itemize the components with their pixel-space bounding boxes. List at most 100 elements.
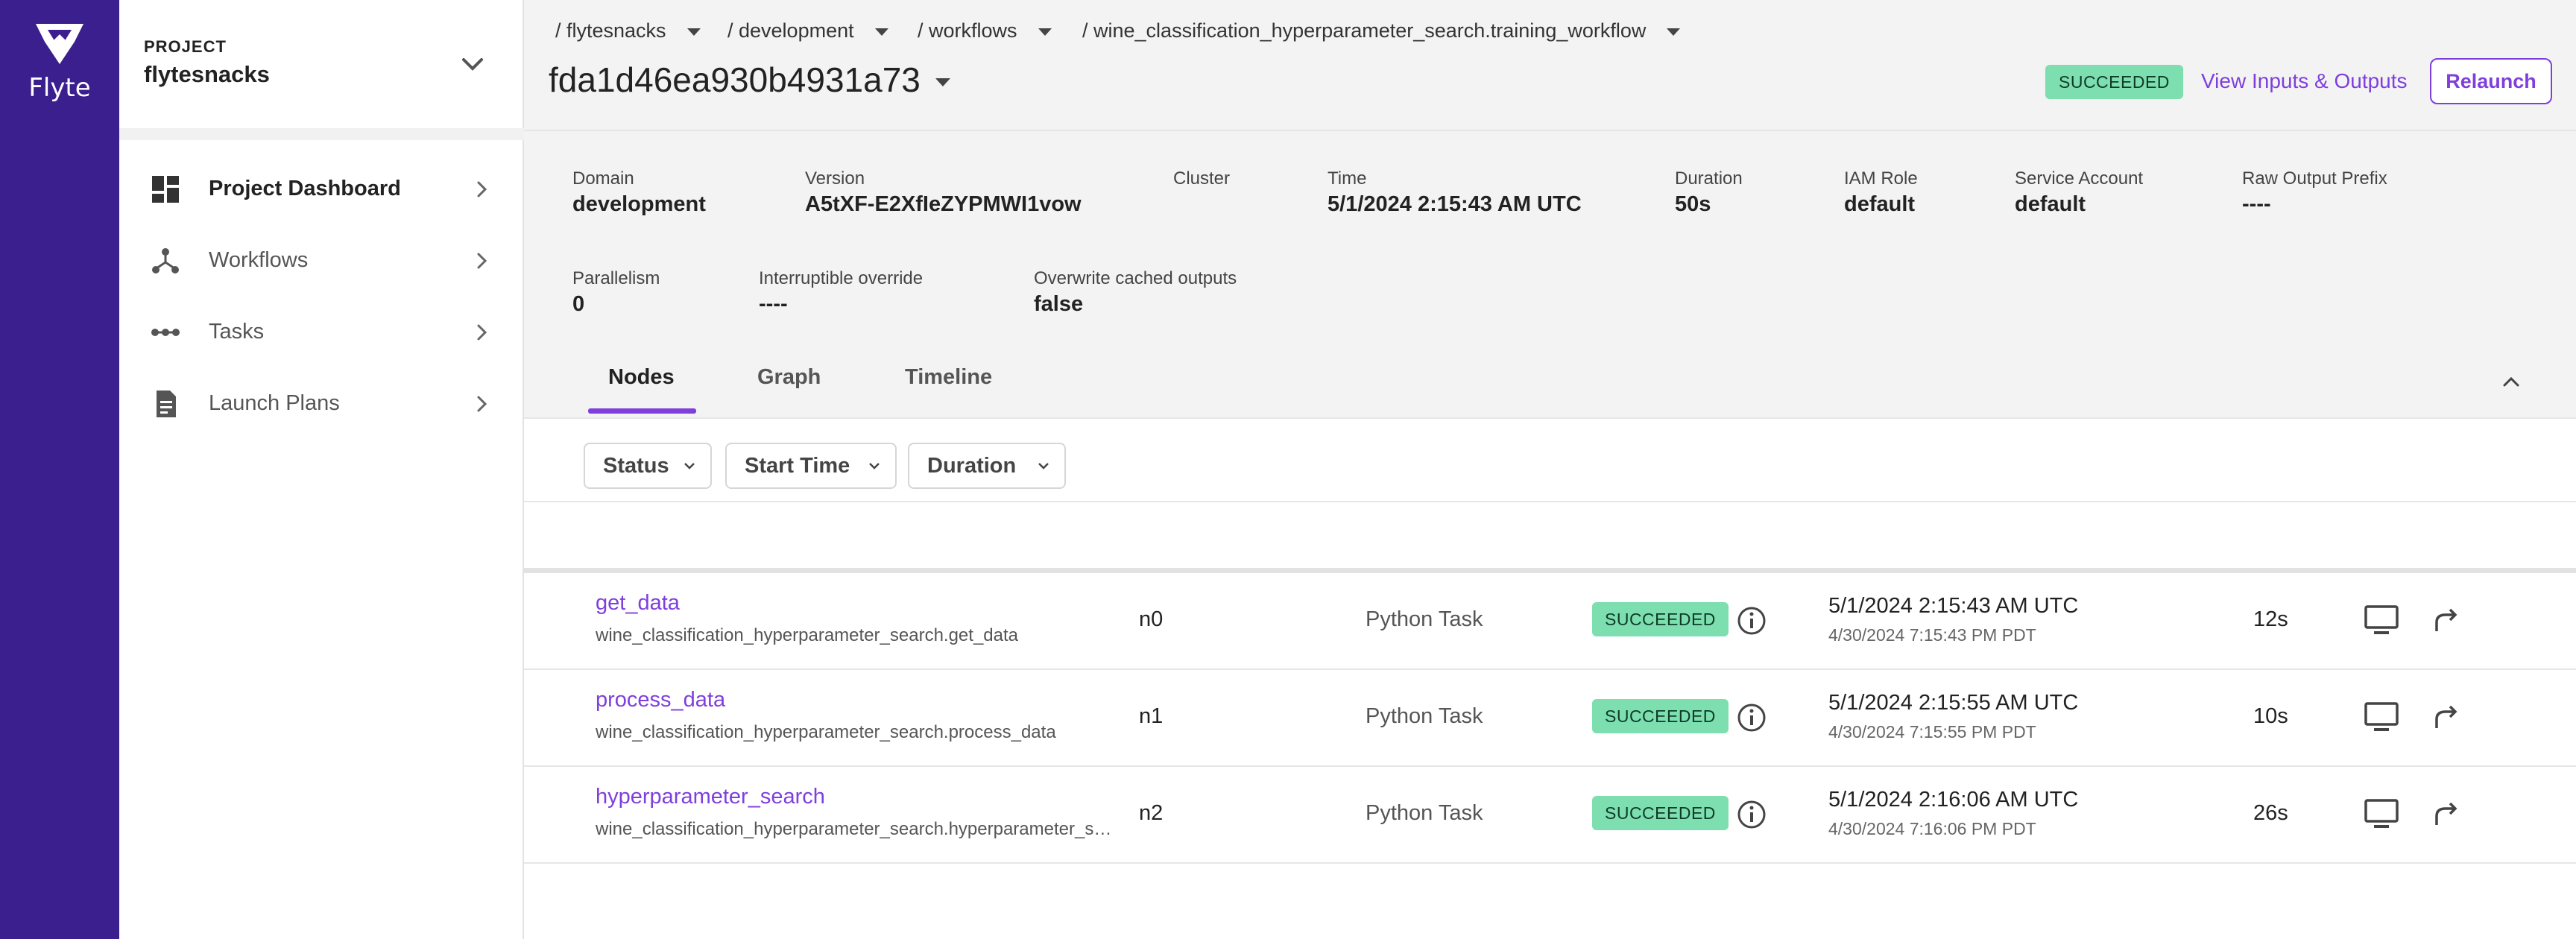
meta-value: development <box>572 192 706 216</box>
chevron-down-icon <box>869 463 880 470</box>
start-time-local: 4/30/2024 7:15:43 PM PDT <box>1828 625 2036 645</box>
monitor-icon[interactable] <box>2364 701 2399 734</box>
chevron-right-icon <box>477 253 487 269</box>
filter-start-time[interactable]: Start Time <box>725 443 897 489</box>
chevron-down-icon <box>684 463 695 470</box>
breadcrumb-workflows[interactable]: / workflows <box>918 19 1052 42</box>
sidebar-item-label: Tasks <box>209 320 265 344</box>
project-selector[interactable]: PROJECT flytesnacks <box>119 0 524 128</box>
meta-value: ---- <box>2242 192 2271 216</box>
status-badge: SUCCEEDED <box>1592 699 1729 733</box>
node-name-link[interactable]: process_data <box>596 688 725 712</box>
node-name-link[interactable]: hyperparameter_search <box>596 785 825 809</box>
start-time-local: 4/30/2024 7:16:06 PM PDT <box>1828 819 2036 838</box>
filter-status[interactable]: Status <box>584 443 712 489</box>
meta-value: default <box>2015 192 2086 216</box>
meta-key: Parallelism <box>572 268 660 288</box>
info-icon[interactable] <box>1737 606 1767 636</box>
meta-key: IAM Role <box>1844 168 1918 189</box>
monitor-icon[interactable] <box>2364 798 2399 831</box>
info-icon[interactable] <box>1737 800 1767 829</box>
meta-parallelism: Parallelism 0 <box>572 268 660 317</box>
tab-graph[interactable]: Graph <box>757 365 821 390</box>
table-header-divider <box>524 568 2576 573</box>
breadcrumb-domain[interactable]: / development <box>727 19 888 42</box>
info-icon[interactable] <box>1737 703 1767 733</box>
node-duration: 10s <box>2253 704 2288 728</box>
node-full-name: wine_classification_hyperparameter_searc… <box>596 625 1018 645</box>
sidebar-item-project-dashboard[interactable]: Project Dashboard <box>119 154 524 225</box>
chevron-up-icon[interactable] <box>2499 370 2523 393</box>
breadcrumb-workflow-name[interactable]: / wine_classification_hyperparameter_sea… <box>1082 19 1681 42</box>
filter-label: Start Time <box>745 454 850 478</box>
table-row[interactable]: get_data wine_classification_hyperparame… <box>524 573 2576 670</box>
rerun-icon[interactable] <box>2431 606 2460 636</box>
start-time-utc: 5/1/2024 2:16:06 AM UTC <box>1828 788 2079 812</box>
tab-timeline[interactable]: Timeline <box>905 365 992 390</box>
chevron-down-icon[interactable] <box>455 46 490 82</box>
breadcrumb-text: / development <box>727 19 854 42</box>
meta-key: Interruptible override <box>759 268 924 288</box>
status-badge: SUCCEEDED <box>2045 65 2183 99</box>
breadcrumb-text: / wine_classification_hyperparameter_sea… <box>1082 19 1647 42</box>
breadcrumb-project[interactable]: / flytesnacks <box>555 19 701 42</box>
rerun-icon[interactable] <box>2431 703 2460 733</box>
view-inputs-outputs-link[interactable]: View Inputs & Outputs <box>2201 69 2408 93</box>
table-row[interactable]: process_data wine_classification_hyperpa… <box>524 670 2576 767</box>
meta-key: Service Account <box>2015 168 2144 189</box>
meta-value: A5tXF-E2XfIeZYPMWI1vow <box>805 192 1082 216</box>
flyte-logo[interactable]: Flyte <box>0 19 119 103</box>
filter-label: Duration <box>927 454 1017 478</box>
tab-bar: Nodes Graph Timeline <box>524 350 2576 417</box>
main-content: / flytesnacks / development / workflows … <box>524 0 2576 939</box>
node-id: n0 <box>1139 607 1164 631</box>
chevron-right-icon <box>477 181 487 197</box>
meta-domain: Domain development <box>572 168 706 217</box>
sidebar-item-tasks[interactable]: Tasks <box>119 297 524 368</box>
meta-key: Version <box>805 168 865 189</box>
status-badge: SUCCEEDED <box>1592 602 1729 636</box>
meta-raw-output-prefix: Raw Output Prefix ---- <box>2242 168 2387 217</box>
sidebar-item-launch-plans[interactable]: Launch Plans <box>119 368 524 440</box>
sidebar-divider <box>119 128 524 140</box>
meta-interruptible-override: Interruptible override ---- <box>759 268 923 317</box>
meta-time: Time 5/1/2024 2:15:43 AM UTC <box>1328 168 1582 217</box>
meta-value: ---- <box>759 292 788 316</box>
chevron-right-icon <box>477 324 487 341</box>
execution-id-selector[interactable]: fda1d46ea930b4931a73 <box>549 60 950 100</box>
execution-header: / flytesnacks / development / workflows … <box>524 0 2576 130</box>
meta-key: Overwrite cached outputs <box>1034 268 1237 288</box>
flyte-logo-icon <box>36 24 83 64</box>
meta-service-account: Service Account default <box>2015 168 2143 217</box>
filter-duration[interactable]: Duration <box>908 443 1066 489</box>
filter-bar: Status Start Time Duration <box>524 417 2576 502</box>
node-type: Python Task <box>1366 801 1483 825</box>
meta-key: Cluster <box>1173 168 1231 189</box>
meta-value: false <box>1034 292 1084 316</box>
project-name: flytesnacks <box>144 61 270 87</box>
node-id: n2 <box>1139 801 1164 825</box>
meta-key: Duration <box>1675 168 1743 189</box>
caret-down-icon <box>935 78 950 87</box>
meta-key: Time <box>1328 168 1367 189</box>
start-time-utc: 5/1/2024 2:15:55 AM UTC <box>1828 691 2079 715</box>
node-name-link[interactable]: get_data <box>596 591 680 616</box>
table-row[interactable]: hyperparameter_search wine_classificatio… <box>524 767 2576 864</box>
start-time-utc: 5/1/2024 2:15:43 AM UTC <box>1828 594 2079 618</box>
start-time-local: 4/30/2024 7:15:55 PM PDT <box>1828 722 2036 742</box>
sidebar-item-label: Workflows <box>209 248 309 272</box>
sidebar-item-workflows[interactable]: Workflows <box>119 225 524 297</box>
caret-down-icon <box>686 28 701 36</box>
dashboard-icon <box>152 176 179 203</box>
meta-duration: Duration 50s <box>1675 168 1743 217</box>
tab-nodes[interactable]: Nodes <box>608 365 675 390</box>
node-type: Python Task <box>1366 607 1483 631</box>
meta-version: Version A5tXF-E2XfIeZYPMWI1vow <box>805 168 1082 217</box>
brand-rail: Flyte <box>0 0 119 939</box>
relaunch-button[interactable]: Relaunch <box>2430 58 2552 104</box>
meta-value: 50s <box>1675 192 1711 216</box>
status-badge: SUCCEEDED <box>1592 796 1729 830</box>
monitor-icon[interactable] <box>2364 604 2399 637</box>
chevron-down-icon <box>1038 463 1049 470</box>
rerun-icon[interactable] <box>2431 800 2460 829</box>
